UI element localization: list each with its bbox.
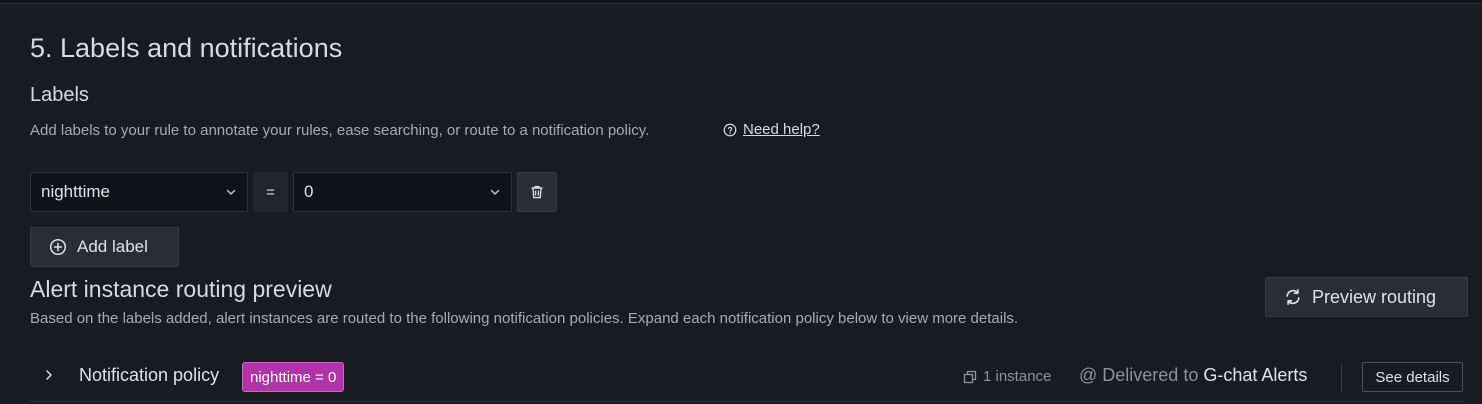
labels-description: Add labels to your rule to annotate your… — [30, 122, 650, 139]
see-details-button[interactable]: See details — [1362, 362, 1463, 392]
policy-title: Notification policy — [79, 365, 220, 385]
need-help-link[interactable]: Need help? — [743, 121, 820, 138]
delete-label-button[interactable] — [517, 172, 557, 212]
chevron-down-icon — [490, 189, 500, 195]
chevron-right-icon[interactable] — [42, 368, 56, 382]
matcher-badge: nighttime = 0 — [242, 362, 345, 392]
label-value-select[interactable]: 0 — [293, 172, 512, 212]
at-icon: @ — [1079, 365, 1098, 385]
instance-count-text: 1 instance — [983, 368, 1052, 385]
notification-policy-row: Notification policy nighttime = 0 1 inst… — [30, 356, 1465, 402]
instance-count: 1 instance — [963, 368, 1051, 385]
trash-icon — [531, 185, 543, 199]
label-value-value: 0 — [304, 182, 314, 201]
sync-icon — [1286, 289, 1300, 305]
label-operator: = — [253, 172, 288, 212]
routing-preview-heading: Alert instance routing preview — [30, 276, 332, 302]
labels-notifications-section: 5. Labels and notifications Labels Add l… — [0, 3, 1482, 404]
delivered-prefix: Delivered to — [1102, 365, 1199, 385]
preview-routing-button[interactable]: Preview routing — [1265, 277, 1468, 317]
add-label-button[interactable]: Add label — [30, 227, 179, 267]
label-key-select[interactable]: nighttime — [30, 172, 248, 212]
section-title: 5. Labels and notifications — [30, 33, 343, 63]
routing-preview-description: Based on the labels added, alert instanc… — [30, 310, 1019, 327]
question-circle-icon — [723, 123, 737, 136]
contact-point: G-chat Alerts — [1203, 365, 1308, 385]
row-divider — [30, 401, 1465, 402]
need-help[interactable]: Need help? — [723, 121, 820, 138]
label-key-value: nighttime — [41, 182, 110, 201]
labels-heading: Labels — [30, 84, 89, 106]
preview-routing-text: Preview routing — [1312, 286, 1437, 307]
divider — [1341, 364, 1342, 392]
plus-circle-icon — [49, 238, 67, 256]
chevron-down-icon — [226, 189, 236, 195]
delivered-to: @ Delivered to G-chat Alerts — [1079, 365, 1307, 386]
add-label-text: Add label — [77, 237, 148, 256]
copy-icon — [963, 370, 977, 383]
